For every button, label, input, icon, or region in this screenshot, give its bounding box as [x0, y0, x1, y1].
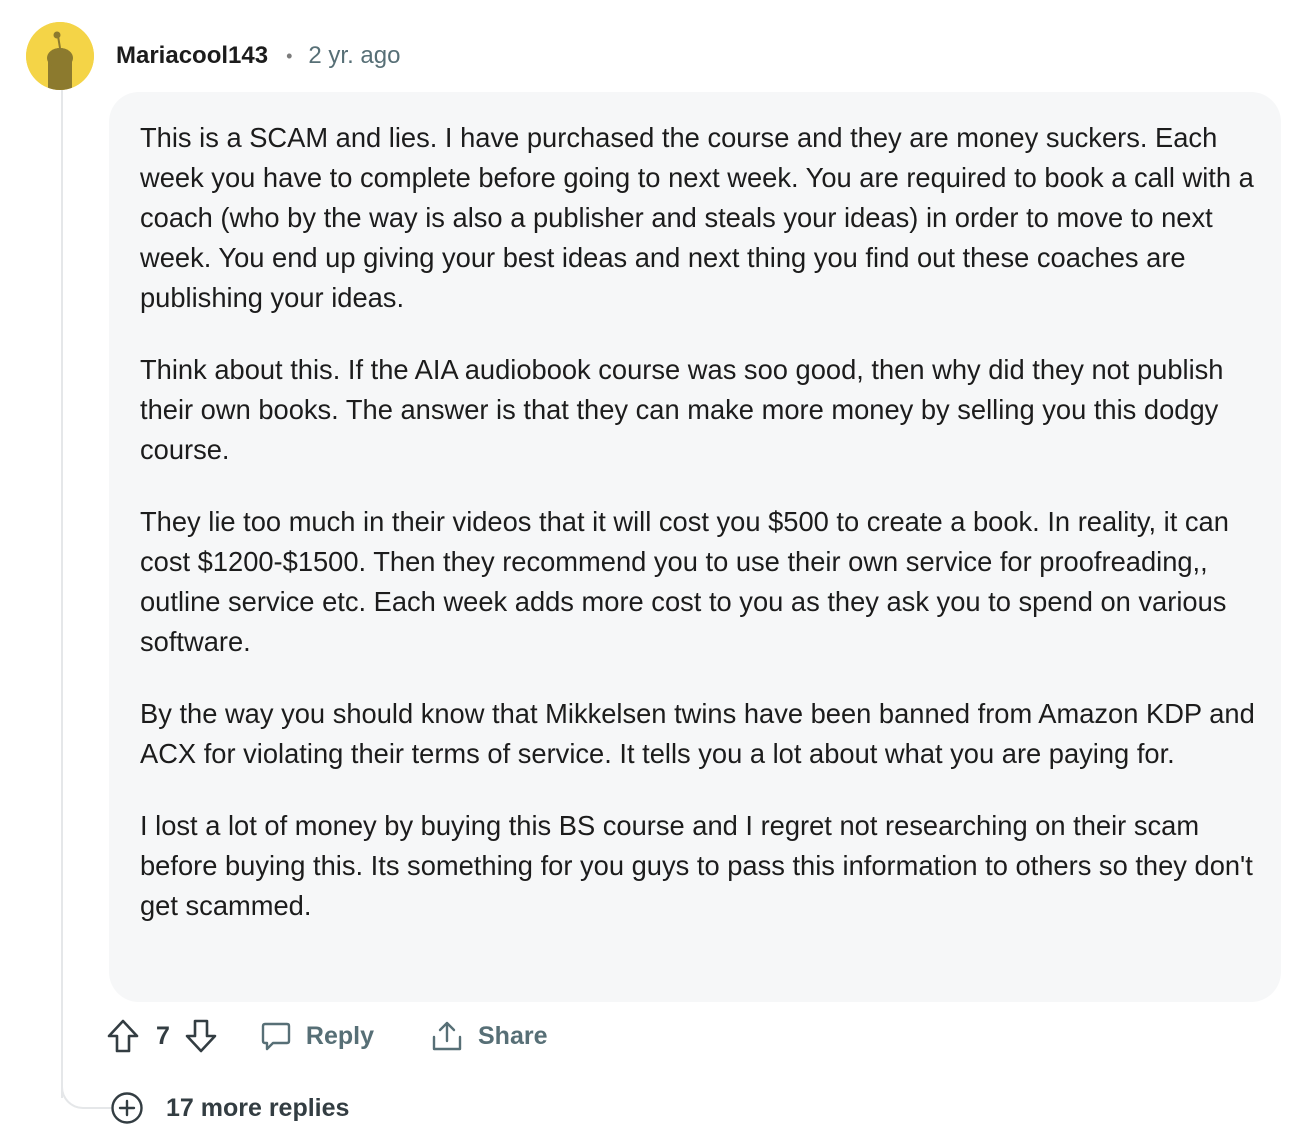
comment-actions: 7 Reply Share — [106, 1014, 547, 1058]
downvote-arrow-icon[interactable] — [184, 1018, 218, 1054]
thread-line[interactable] — [61, 88, 63, 1098]
snoo-avatar-icon — [26, 22, 94, 90]
vote-count: 7 — [156, 1021, 170, 1050]
vote-control: 7 — [106, 1018, 218, 1054]
share-label: Share — [478, 1021, 548, 1050]
more-replies-label: 17 more replies — [166, 1093, 350, 1122]
comment-paragraph: Think about this. If the AIA audiobook c… — [140, 354, 1224, 465]
comment-paragraph: They lie too much in their videos that i… — [140, 506, 1229, 657]
share-arrow-icon — [430, 1019, 464, 1053]
speech-bubble-icon — [260, 1020, 292, 1052]
user-avatar[interactable] — [26, 22, 94, 90]
username[interactable]: Mariacool143 — [116, 42, 268, 70]
reply-button[interactable]: Reply — [260, 1020, 374, 1052]
comment-paragraph: This is a SCAM and lies. I have purchase… — [140, 122, 1254, 313]
meta-separator: • — [286, 45, 293, 66]
thread-connector — [61, 1076, 111, 1109]
more-replies-button[interactable]: 17 more replies — [110, 1090, 349, 1126]
comment-paragraph: I lost a lot of money by buying this BS … — [140, 810, 1253, 921]
share-button[interactable]: Share — [430, 1019, 547, 1053]
timestamp[interactable]: 2 yr. ago — [308, 42, 400, 70]
comment-body: This is a SCAM and lies. I have purchase… — [109, 92, 1281, 1002]
reply-label: Reply — [305, 1021, 374, 1050]
plus-circle-icon — [110, 1091, 144, 1125]
comment-header: Mariacool143 • 2 yr. ago — [116, 38, 400, 74]
upvote-arrow-icon[interactable] — [106, 1018, 140, 1054]
comment-paragraph: By the way you should know that Mikkelse… — [140, 698, 1255, 769]
